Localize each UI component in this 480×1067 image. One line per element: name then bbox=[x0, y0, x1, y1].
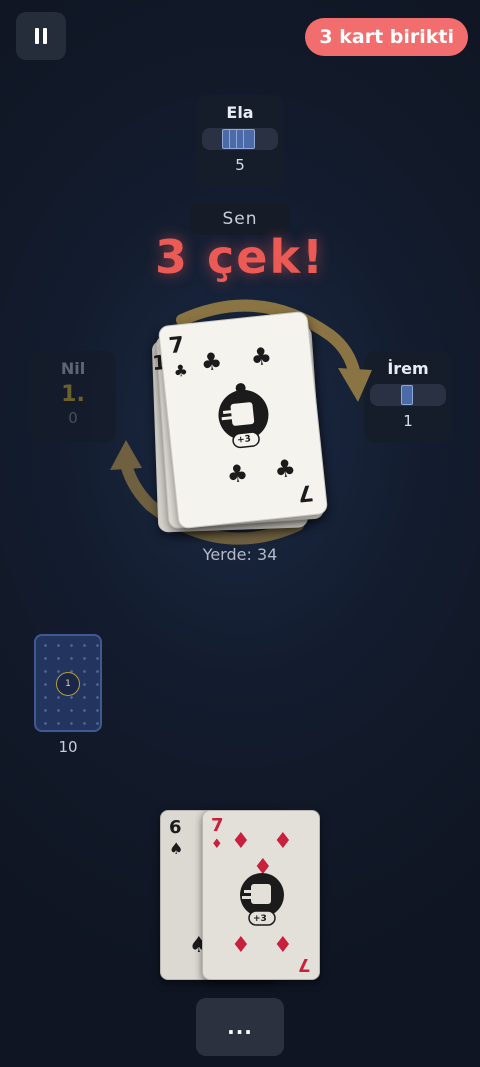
deck-count: 10 bbox=[58, 738, 78, 756]
club-icon: ♣ bbox=[272, 453, 298, 484]
penalty-text: 3 çek! bbox=[154, 230, 326, 284]
opponent-hand-tray bbox=[370, 384, 446, 406]
opponent-name: Nil bbox=[60, 359, 86, 378]
card-rank: 7 bbox=[167, 332, 186, 360]
diamond-icon: ♦ bbox=[231, 829, 251, 854]
diamond-icon: ♦ bbox=[231, 933, 251, 958]
card-rank: 7 bbox=[296, 479, 315, 506]
accumulated-cards-badge: 3 kart birikti bbox=[305, 18, 468, 56]
opponent-top: Ela 5 bbox=[196, 95, 284, 187]
spade-icon: ♠ bbox=[169, 839, 184, 858]
club-icon: ♣ bbox=[172, 360, 189, 381]
more-options-button[interactable]: ... bbox=[196, 998, 284, 1056]
club-icon: ♣ bbox=[225, 458, 250, 489]
pause-button[interactable] bbox=[16, 12, 66, 60]
opponent-card-count: 5 bbox=[235, 156, 245, 174]
club-icon: ♣ bbox=[249, 341, 274, 372]
pause-icon bbox=[35, 28, 39, 44]
draw-three-badge: +3 bbox=[236, 434, 252, 446]
opponent-card-count: 1 bbox=[403, 412, 413, 430]
deck-marker: 1 bbox=[56, 672, 80, 696]
discard-top-card: 7 ♣ ♣ ♣ ♣ ♣ 7 +3 bbox=[157, 310, 329, 530]
card-rank: 7 bbox=[298, 954, 311, 975]
draw-deck[interactable]: 1 bbox=[34, 634, 102, 732]
opponent-name: İrem bbox=[387, 359, 429, 378]
diamond-icon: ♦ bbox=[273, 933, 293, 958]
opponent-card-count: 0 bbox=[68, 409, 78, 427]
draw-three-badge: +3 bbox=[253, 914, 267, 924]
diamond-icon: ♦ bbox=[211, 837, 223, 852]
card-back-icon bbox=[401, 385, 413, 405]
opponent-name: Ela bbox=[226, 103, 254, 122]
card-rank: 7 bbox=[211, 815, 224, 836]
finish-rank: 1. bbox=[61, 382, 85, 407]
ground-count-label: Yerde: 34 bbox=[202, 545, 278, 564]
opponent-hand-tray bbox=[202, 128, 278, 150]
hand-card-seven-diamonds[interactable]: 7 ♦ ♦ ♦ ♦ ♦ ♦ 7 +3 bbox=[202, 810, 320, 980]
club-icon: ♣ bbox=[199, 346, 224, 378]
diamond-icon: ♦ bbox=[273, 829, 293, 854]
card-rank: 6 bbox=[169, 817, 182, 838]
